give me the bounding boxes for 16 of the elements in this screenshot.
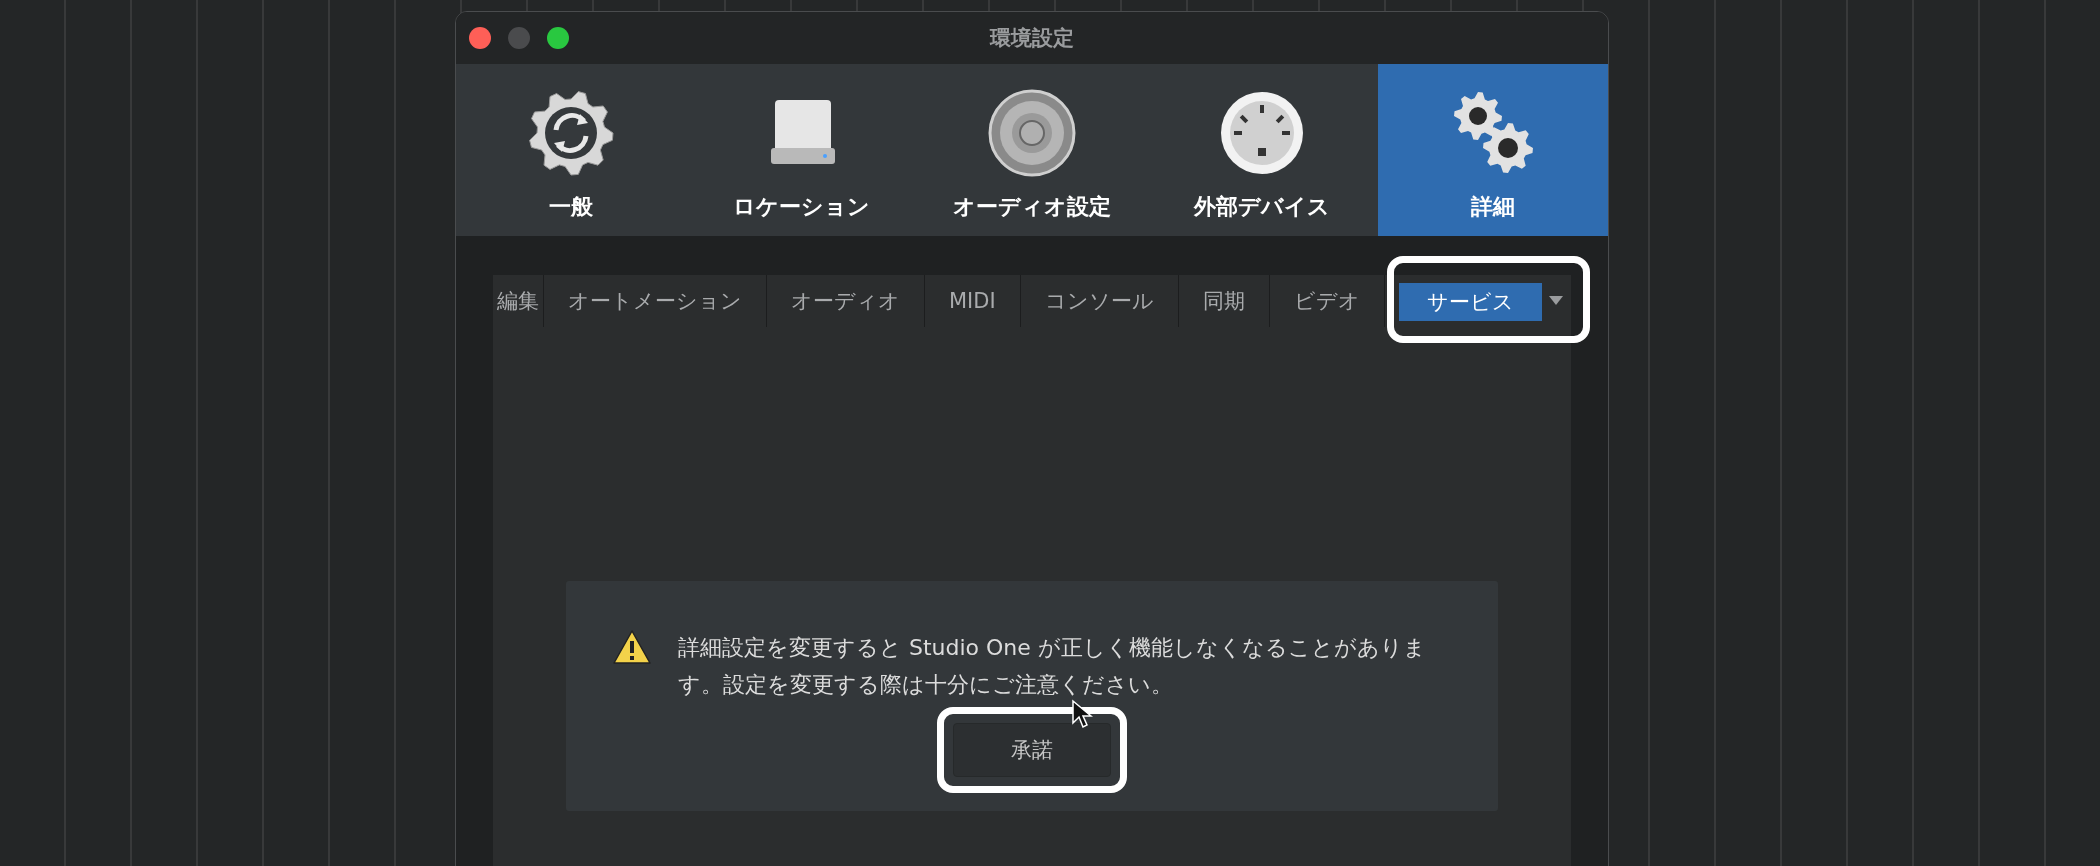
window-title: 環境設定 <box>990 25 1074 52</box>
accept-button[interactable]: 承諾 <box>953 723 1111 777</box>
zoom-button[interactable] <box>547 27 569 49</box>
gear-icon <box>526 88 617 178</box>
warning-message: 詳細設定を変更すると Studio One が正しく機能しなくなることがあります。設定を変更する際は十分にご注意ください。 <box>678 634 1427 699</box>
category-tab[interactable]: 詳細 <box>1377 64 1608 236</box>
category-tab[interactable]: 外部デバイス <box>1147 64 1378 236</box>
pointer-icon <box>1071 699 1093 729</box>
category-tab[interactable]: オーディオ設定 <box>916 64 1148 236</box>
settings-tab[interactable]: サービス <box>1398 283 1542 321</box>
category-tab[interactable]: 一般 <box>456 64 687 236</box>
warning-icon <box>612 629 652 665</box>
speaker-icon <box>987 88 1077 178</box>
category-tab[interactable]: ロケーション <box>686 64 917 236</box>
caret-icon[interactable] <box>1549 296 1564 306</box>
close-button[interactable] <box>469 27 491 49</box>
